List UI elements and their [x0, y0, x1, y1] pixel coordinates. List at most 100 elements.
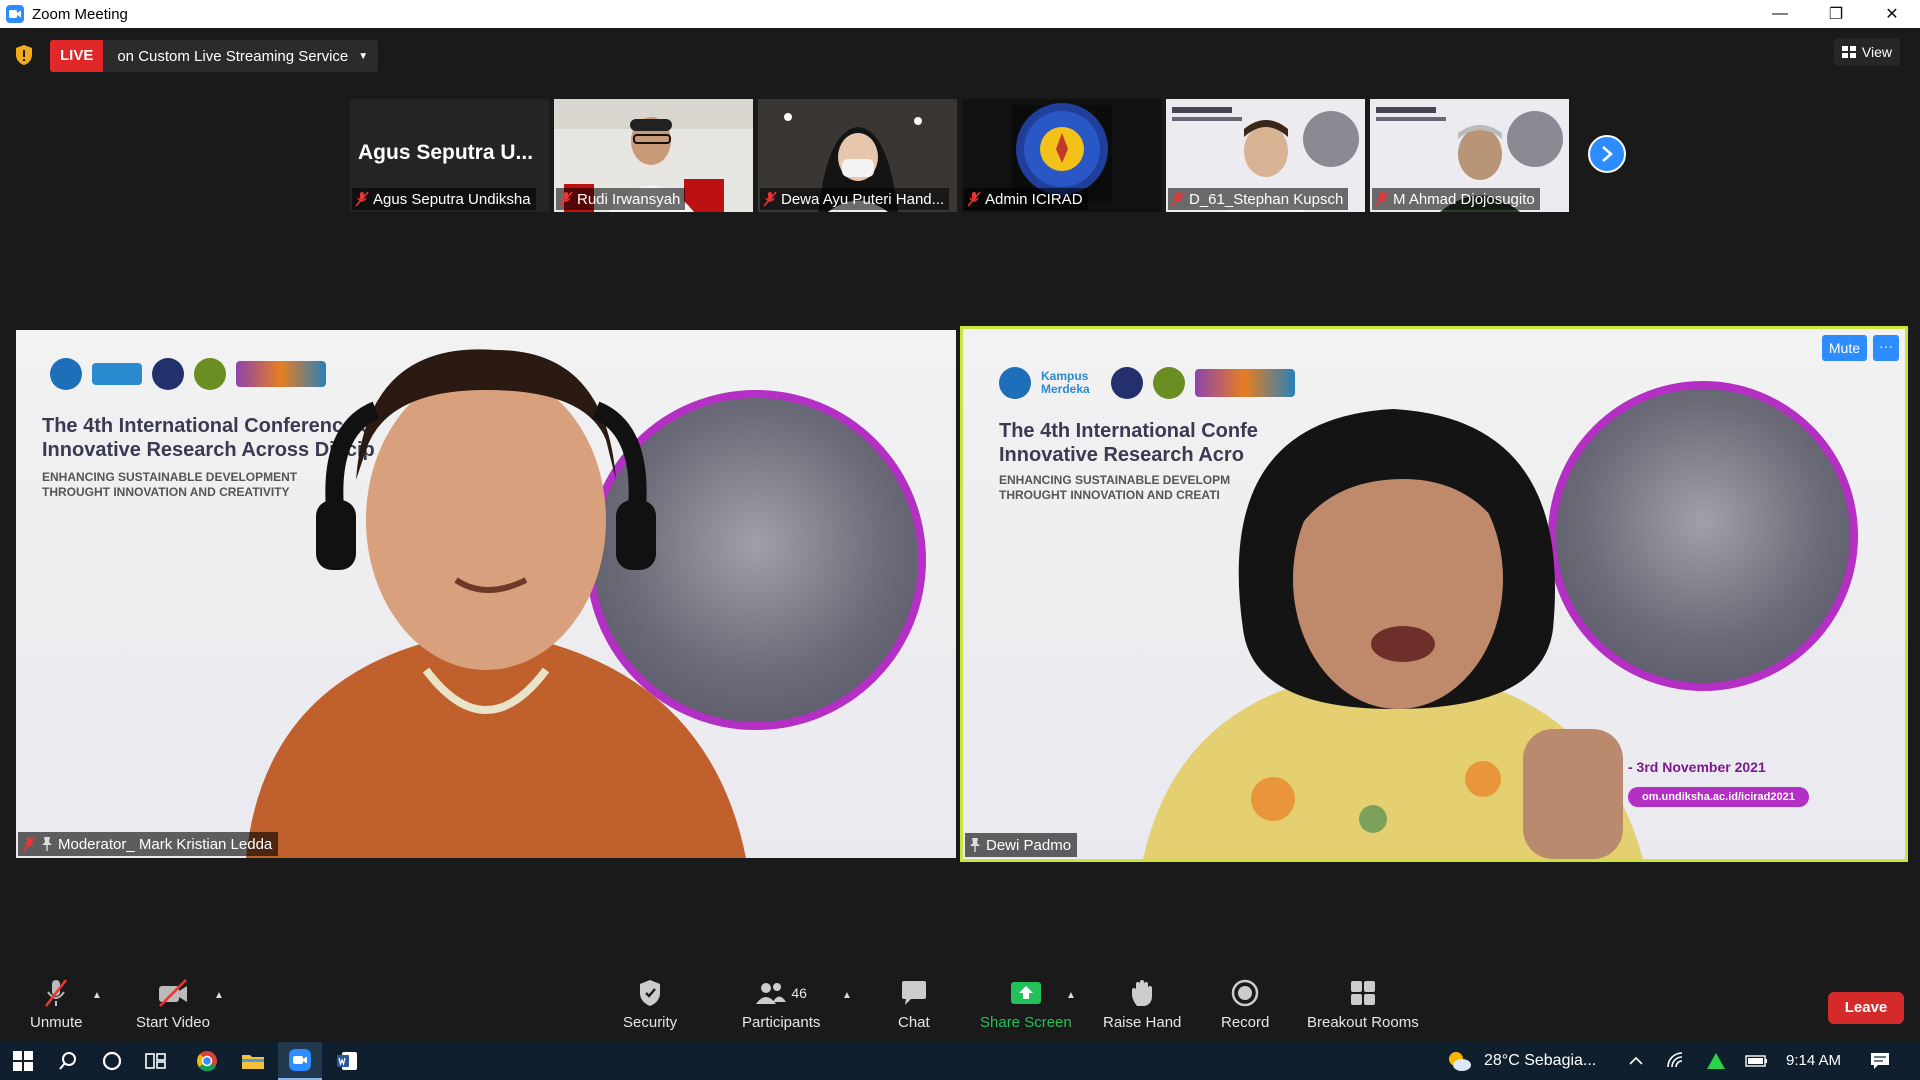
audio-options-caret[interactable]: ▲: [92, 990, 102, 1001]
mute-participant-button[interactable]: Mute: [1821, 335, 1867, 361]
cortana-button[interactable]: [94, 1042, 130, 1080]
share-screen-button[interactable]: Share Screen: [980, 976, 1072, 1031]
battery-button[interactable]: [1742, 1042, 1772, 1080]
chevron-right-icon: [1602, 146, 1613, 162]
mic-muted-icon: [1171, 191, 1185, 207]
chat-bubble-icon: [901, 981, 926, 1005]
leave-button[interactable]: Leave: [1828, 992, 1904, 1024]
task-view-icon: [145, 1053, 166, 1069]
mic-muted-icon: [559, 191, 573, 207]
participant-label: D_61_Stephan Kupsch: [1168, 188, 1349, 210]
live-badge: LIVE: [50, 40, 104, 72]
chevron-up-icon: [1629, 1056, 1643, 1065]
participant-thumbnail[interactable]: Rudi Irwansyah: [554, 99, 753, 212]
cortana-circle-icon: [102, 1051, 122, 1071]
tray-triangle-icon: [1707, 1053, 1725, 1069]
participants-button[interactable]: 46 Participants: [742, 976, 820, 1031]
record-icon: [1231, 979, 1259, 1007]
clock[interactable]: 9:14 AM: [1786, 1042, 1841, 1080]
wifi-icon: [1667, 1052, 1683, 1068]
view-button[interactable]: View: [1833, 38, 1900, 66]
mic-muted-icon: [763, 191, 777, 207]
record-button[interactable]: Record: [1221, 976, 1269, 1031]
view-label: View: [1861, 44, 1892, 60]
raise-hand-button[interactable]: Raise Hand: [1103, 976, 1181, 1031]
active-speaker-tile[interactable]: Kampus Merdeka The 4th International Con…: [960, 326, 1908, 862]
participant-thumbnail[interactable]: M Ahmad Djojosugito: [1370, 99, 1569, 212]
title-bar: Zoom Meeting — ❐ ✕: [0, 0, 1920, 28]
restore-button[interactable]: ❐: [1808, 0, 1864, 28]
video-options-caret[interactable]: ▲: [214, 990, 224, 1001]
word-icon: [337, 1052, 357, 1070]
mic-muted-icon: [22, 836, 36, 852]
more-options-button[interactable]: ···: [1873, 335, 1899, 361]
search-icon: [59, 1052, 76, 1070]
zoom-icon: [289, 1049, 311, 1071]
participant-label: Moderator_ Mark Kristian Ledda: [18, 832, 279, 856]
task-view-button[interactable]: [138, 1042, 174, 1080]
minimize-button[interactable]: —: [1752, 0, 1808, 28]
meeting-toolbar: Unmute ▲ Start Video ▲ Security 46 Parti…: [0, 970, 1920, 1042]
folder-icon: [242, 1055, 264, 1069]
participant-label: Dewi Padmo: [965, 833, 1078, 857]
participant-thumbnail[interactable]: Admin ICIRAD: [962, 99, 1161, 212]
taskbar-zoom[interactable]: [278, 1042, 322, 1080]
participant-label: Admin ICIRAD: [964, 188, 1088, 210]
tray-app-button[interactable]: [1702, 1042, 1730, 1080]
start-video-button[interactable]: Start Video: [136, 976, 210, 1031]
mic-muted-icon: [45, 979, 68, 1007]
breakout-rooms-icon: [1350, 981, 1375, 1005]
raise-hand-icon: [1132, 980, 1153, 1006]
notifications-button[interactable]: [1864, 1042, 1896, 1080]
breakout-rooms-button[interactable]: Breakout Rooms: [1307, 976, 1419, 1031]
participant-name-display: Agus Seputra U...: [358, 141, 534, 164]
notification-icon: [1871, 1053, 1889, 1069]
participant-thumbnail[interactable]: Dewa Ayu Puteri Hand...: [758, 99, 957, 212]
participant-label: Agus Seputra Undiksha: [352, 188, 536, 210]
tray-overflow-button[interactable]: [1622, 1042, 1650, 1080]
participant-thumbnail[interactable]: Agus Seputra U... Agus Seputra Undiksha: [350, 99, 549, 212]
start-button[interactable]: [6, 1042, 40, 1080]
taskbar-word[interactable]: [326, 1042, 368, 1080]
weather-text[interactable]: 28°C Sebagia...: [1484, 1042, 1596, 1080]
weather-icon[interactable]: [1444, 1042, 1474, 1080]
network-button[interactable]: [1662, 1042, 1690, 1080]
pin-icon: [970, 838, 980, 852]
participant-label: Rudi Irwansyah: [556, 188, 686, 210]
windows-taskbar: 28°C Sebagia... 9:14 AM: [0, 1042, 1920, 1080]
chat-button[interactable]: Chat: [898, 976, 930, 1031]
next-page-button[interactable]: [1588, 135, 1626, 173]
battery-icon: [1745, 1055, 1767, 1067]
participant-label: Dewa Ayu Puteri Hand...: [760, 188, 950, 210]
close-button[interactable]: ✕: [1864, 0, 1920, 28]
window-title: Zoom Meeting: [32, 5, 128, 23]
chrome-icon: [197, 1051, 217, 1072]
search-button[interactable]: [50, 1042, 86, 1080]
mic-muted-icon: [355, 191, 369, 207]
live-stream-dropdown[interactable]: LIVE on Custom Live Streaming Service ▼: [50, 40, 379, 72]
participant-thumbnail[interactable]: D_61_Stephan Kupsch: [1166, 99, 1365, 212]
taskbar-chrome[interactable]: [186, 1042, 228, 1080]
moderator-person: [246, 349, 746, 858]
unmute-button[interactable]: Unmute: [30, 976, 83, 1031]
security-button[interactable]: Security: [623, 976, 677, 1031]
main-video-tile[interactable]: The 4th International Conference o Innov…: [16, 330, 956, 858]
live-service-label: on Custom Live Streaming Service: [117, 47, 349, 65]
taskbar-file-explorer[interactable]: [232, 1042, 274, 1080]
participants-options-caret[interactable]: ▲: [842, 990, 852, 1001]
participants-count: 46: [791, 985, 807, 1001]
pin-icon: [42, 837, 52, 851]
zoom-app-icon: [6, 5, 24, 23]
share-screen-icon: [1010, 982, 1041, 1004]
mic-muted-icon: [1375, 191, 1389, 207]
mic-muted-icon: [967, 191, 981, 207]
security-shield-icon: [640, 980, 661, 1006]
participants-icon: [756, 983, 787, 1004]
share-options-caret[interactable]: ▲: [1066, 990, 1076, 1001]
windows-logo-icon: [13, 1051, 33, 1071]
grid-icon: [1841, 46, 1856, 58]
participant-label: M Ahmad Djojosugito: [1372, 188, 1540, 210]
speaker-person: [1143, 409, 1643, 859]
chevron-down-icon: ▼: [358, 50, 369, 62]
encryption-shield-icon[interactable]: [14, 44, 34, 66]
